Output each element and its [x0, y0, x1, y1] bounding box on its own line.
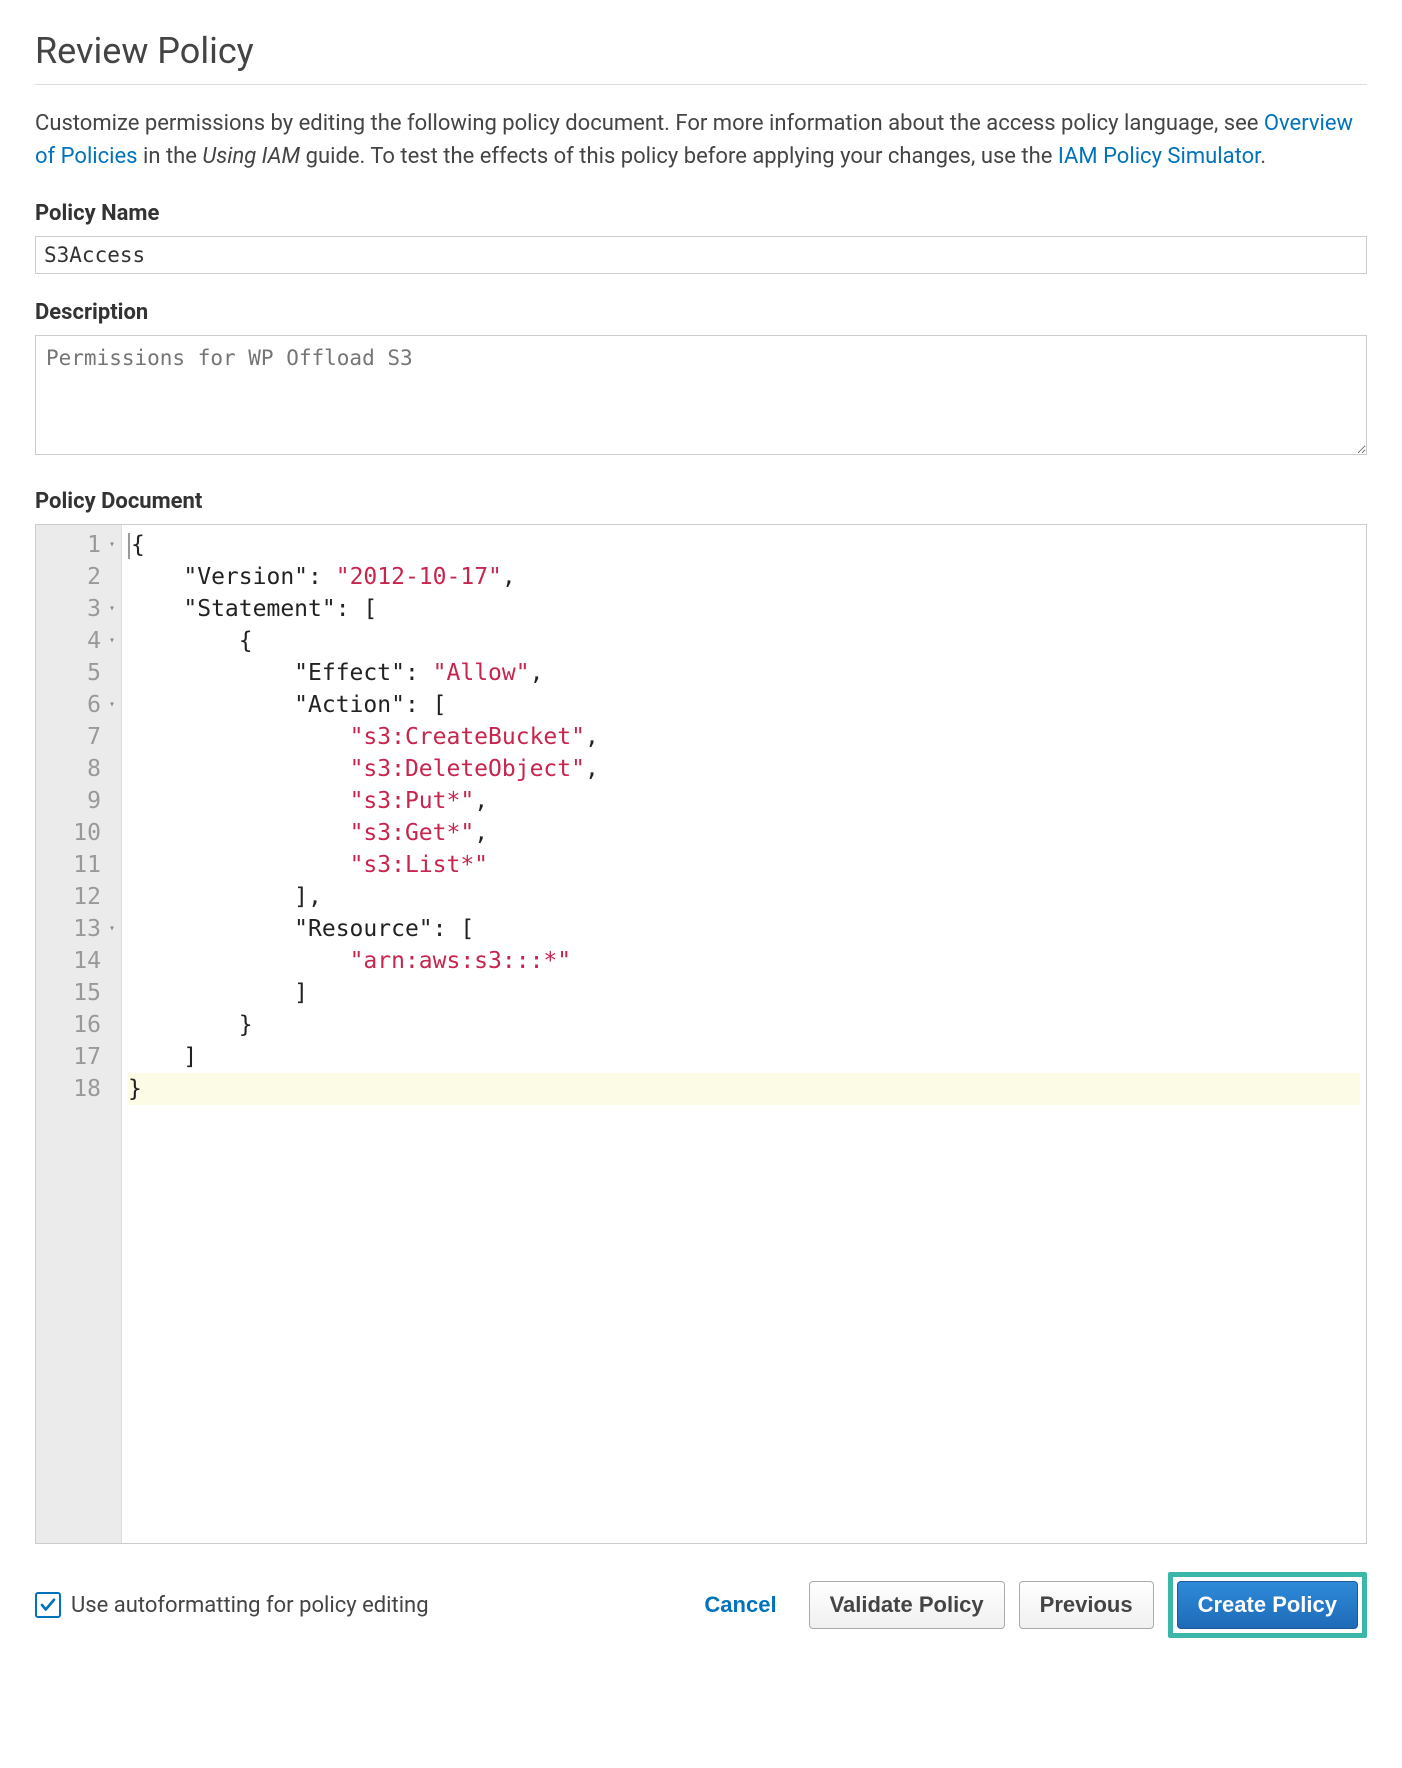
intro-text: .	[1260, 144, 1266, 169]
editor-code[interactable]: { "Version": "2012-10-17", "Statement": …	[122, 525, 1366, 1543]
page-title: Review Policy	[35, 30, 1367, 72]
gutter-line: 18	[36, 1073, 115, 1105]
intro-text: guide. To test the effects of this polic…	[300, 144, 1058, 169]
description-label: Description	[35, 300, 1367, 325]
previous-button[interactable]: Previous	[1019, 1581, 1154, 1629]
policy-document-label: Policy Document	[35, 489, 1367, 514]
gutter-line: 16	[36, 1009, 115, 1041]
check-icon	[39, 1596, 57, 1614]
code-line[interactable]: {	[128, 529, 1360, 561]
validate-policy-button[interactable]: Validate Policy	[809, 1581, 1005, 1629]
gutter-line: 11	[36, 849, 115, 881]
policy-document-editor[interactable]: 1▾23▾4▾56▾78910111213▾1415161718 { "Vers…	[35, 524, 1367, 1544]
editor-gutter: 1▾23▾4▾56▾78910111213▾1415161718	[36, 525, 122, 1543]
code-line[interactable]: "s3:CreateBucket",	[128, 721, 1360, 753]
gutter-line: 1▾	[36, 529, 115, 561]
divider	[35, 84, 1367, 85]
intro-text: in the	[143, 144, 202, 169]
code-line[interactable]: "arn:aws:s3:::*"	[128, 945, 1360, 977]
gutter-line: 9	[36, 785, 115, 817]
code-line[interactable]: "s3:Get*",	[128, 817, 1360, 849]
footer: Use autoformatting for policy editing Ca…	[35, 1572, 1367, 1638]
code-line[interactable]: "Action": [	[128, 689, 1360, 721]
code-line[interactable]: "Statement": [	[128, 593, 1360, 625]
code-line[interactable]: "Resource": [	[128, 913, 1360, 945]
gutter-line: 7	[36, 721, 115, 753]
fold-icon[interactable]: ▾	[105, 689, 115, 721]
gutter-line: 6▾	[36, 689, 115, 721]
code-line[interactable]: ]	[128, 977, 1360, 1009]
gutter-line: 8	[36, 753, 115, 785]
code-line[interactable]: "s3:Put*",	[128, 785, 1360, 817]
code-line[interactable]: }	[128, 1009, 1360, 1041]
intro-paragraph: Customize permissions by editing the fol…	[35, 107, 1367, 173]
create-policy-highlight: Create Policy	[1168, 1572, 1367, 1638]
fold-icon[interactable]: ▾	[105, 593, 115, 625]
intro-text: Customize permissions by editing the fol…	[35, 111, 1264, 136]
code-line[interactable]: ]	[128, 1041, 1360, 1073]
autoformat-label: Use autoformatting for policy editing	[71, 1593, 429, 1618]
code-line[interactable]: "s3:DeleteObject",	[128, 753, 1360, 785]
description-input[interactable]	[35, 335, 1367, 455]
gutter-line: 17	[36, 1041, 115, 1073]
code-line[interactable]: "Effect": "Allow",	[128, 657, 1360, 689]
gutter-line: 2	[36, 561, 115, 593]
fold-icon[interactable]: ▾	[105, 625, 115, 657]
gutter-line: 12	[36, 881, 115, 913]
gutter-line: 5	[36, 657, 115, 689]
create-policy-button[interactable]: Create Policy	[1177, 1581, 1358, 1629]
intro-italic: Using IAM	[202, 144, 300, 169]
gutter-line: 15	[36, 977, 115, 1009]
cursor	[128, 533, 130, 559]
cancel-button[interactable]: Cancel	[686, 1582, 794, 1628]
gutter-line: 10	[36, 817, 115, 849]
policy-name-label: Policy Name	[35, 201, 1367, 226]
autoformat-checkbox[interactable]	[35, 1592, 61, 1618]
code-line[interactable]: }	[128, 1073, 1360, 1105]
fold-icon[interactable]: ▾	[105, 529, 115, 561]
gutter-line: 13▾	[36, 913, 115, 945]
code-line[interactable]: {	[128, 625, 1360, 657]
code-line[interactable]: "Version": "2012-10-17",	[128, 561, 1360, 593]
gutter-line: 4▾	[36, 625, 115, 657]
iam-policy-simulator-link[interactable]: IAM Policy Simulator	[1058, 144, 1260, 169]
fold-icon[interactable]: ▾	[105, 913, 115, 945]
policy-name-input[interactable]	[35, 236, 1367, 274]
code-line[interactable]: ],	[128, 881, 1360, 913]
gutter-line: 3▾	[36, 593, 115, 625]
code-line[interactable]: "s3:List*"	[128, 849, 1360, 881]
gutter-line: 14	[36, 945, 115, 977]
